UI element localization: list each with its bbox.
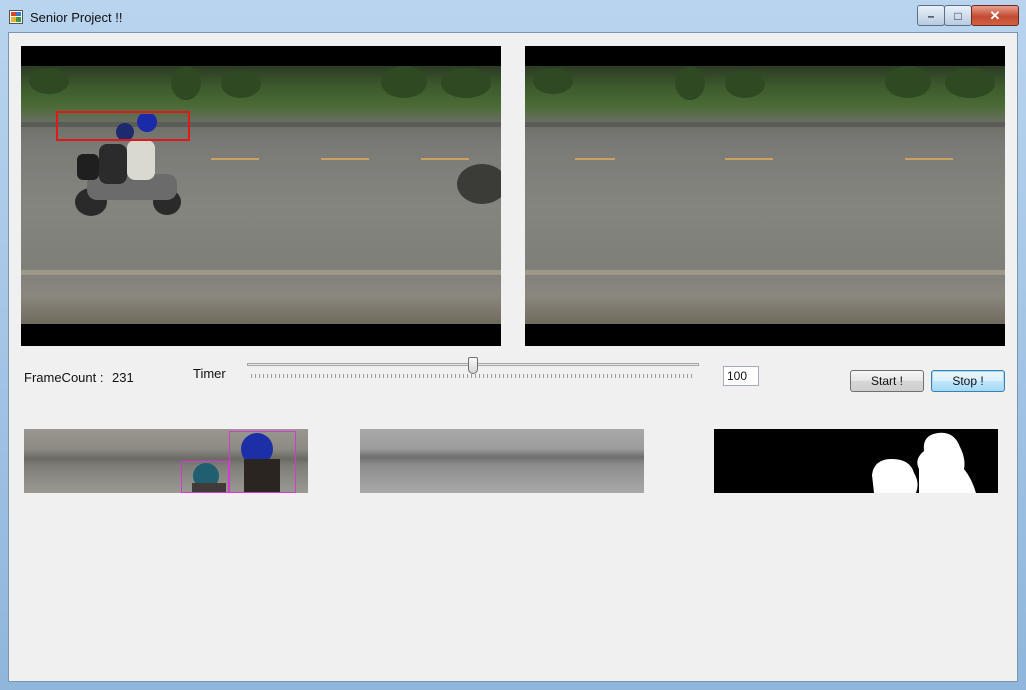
frame-count-value: 231 [112,370,134,385]
helmet-box-1 [229,431,296,493]
helmet-box-2 [181,461,229,493]
slider-thumb[interactable] [468,357,478,374]
form-client-area: FrameCount : 231 Timer 100 Start ! Stop … [8,32,1018,682]
close-icon: ✕ [989,7,1001,23]
start-button[interactable]: Start ! [850,370,924,392]
maximize-icon: □ [954,8,962,23]
road-scene-background [525,66,1005,324]
slider-ticks [251,374,695,378]
timer-value-input[interactable]: 100 [723,366,759,386]
video-frame-original [21,46,501,346]
window-title: Senior Project !! [30,10,123,25]
title-bar[interactable]: Senior Project !! – □ ✕ [0,0,1026,32]
helmet-crop-image [24,429,308,493]
detection-box [56,111,190,141]
close-button[interactable]: ✕ [971,5,1019,26]
frame-count-label: FrameCount : [24,370,104,385]
grayscale-crop-image [360,429,644,493]
timer-label: Timer [193,366,226,381]
minimize-icon: – [927,8,935,23]
timer-slider[interactable] [247,357,699,383]
app-window: Senior Project !! – □ ✕ FrameCount: 231… [0,0,1026,690]
maximize-button[interactable]: □ [944,5,972,26]
stop-button[interactable]: Stop ! [931,370,1005,392]
app-window-icon [9,10,23,24]
road-scene [21,66,501,324]
minimize-button[interactable]: – [917,5,945,26]
binary-mask-image [714,429,998,493]
video-frame-background [525,46,1005,346]
